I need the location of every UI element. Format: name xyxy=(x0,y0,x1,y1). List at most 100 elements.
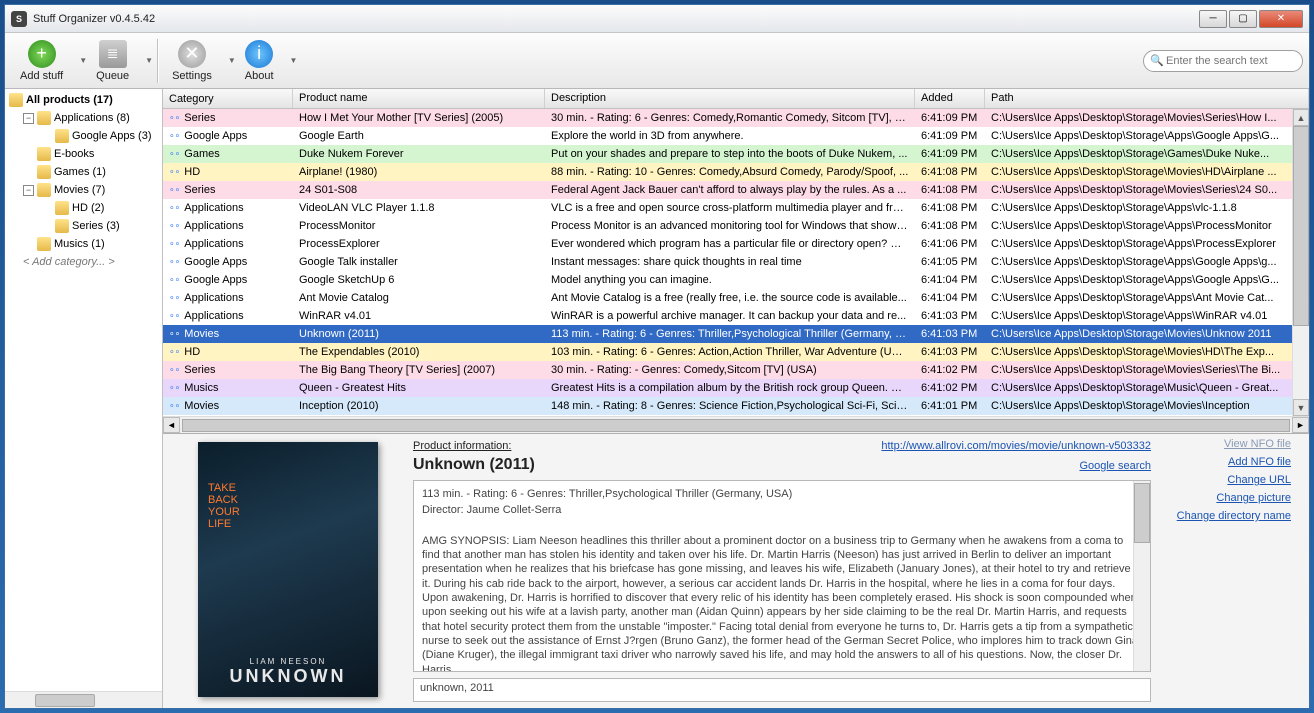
table-row[interactable]: ∘∘GamesDuke Nukem ForeverPut on your sha… xyxy=(163,145,1309,163)
table-row[interactable]: ∘∘ApplicationsProcessMonitorProcess Moni… xyxy=(163,217,1309,235)
close-button[interactable]: ✕ xyxy=(1259,10,1303,28)
row-icon: ∘∘ xyxy=(169,292,180,303)
poster-title: UNKNOWN xyxy=(230,666,347,687)
add-dropdown-icon[interactable]: ▼ xyxy=(79,56,87,65)
cell-product: Unknown (2011) xyxy=(293,328,545,340)
table-row[interactable]: ∘∘ApplicationsWinRAR v4.01WinRAR is a po… xyxy=(163,307,1309,325)
change-url-link[interactable]: Change URL xyxy=(1227,474,1291,486)
settings-button[interactable]: ✕ Settings xyxy=(163,37,221,85)
table-row[interactable]: ∘∘Google AppsGoogle SketchUp 6Model anyt… xyxy=(163,271,1309,289)
cell-category: Movies xyxy=(184,400,219,412)
row-icon: ∘∘ xyxy=(169,202,180,213)
search-icon: 🔍 xyxy=(1150,54,1164,67)
table-row[interactable]: ∘∘Series24 S01-S08Federal Agent Jack Bau… xyxy=(163,181,1309,199)
expander-icon[interactable]: − xyxy=(23,185,34,196)
tags-box[interactable]: unknown, 2011 xyxy=(413,678,1151,702)
about-button[interactable]: i About xyxy=(236,37,283,85)
table-row[interactable]: ∘∘Google AppsGoogle Talk installerInstan… xyxy=(163,253,1309,271)
app-icon: S xyxy=(11,11,27,27)
cell-category: Google Apps xyxy=(184,274,247,286)
change-directory-link[interactable]: Change directory name xyxy=(1177,510,1291,522)
product-url[interactable]: http://www.allrovi.com/movies/movie/unkn… xyxy=(881,440,1151,452)
queue-label: Queue xyxy=(96,70,129,82)
google-search-link[interactable]: Google search xyxy=(1079,460,1151,472)
cell-product: Queen - Greatest Hits xyxy=(293,382,545,394)
change-picture-link[interactable]: Change picture xyxy=(1216,492,1291,504)
table-row[interactable]: ∘∘MoviesUnknown (2011)113 min. - Rating:… xyxy=(163,325,1309,343)
cell-added: 6:41:09 PM xyxy=(915,130,985,142)
cell-added: 6:41:03 PM xyxy=(915,346,985,358)
tree-item[interactable]: E-books xyxy=(5,145,162,163)
folder-icon xyxy=(37,147,51,161)
maximize-button[interactable]: ▢ xyxy=(1229,10,1257,28)
cell-path: C:\Users\Ice Apps\Desktop\Storage\Apps\G… xyxy=(985,274,1309,286)
cell-product: VideoLAN VLC Player 1.1.8 xyxy=(293,202,545,214)
table-row[interactable]: ∘∘ApplicationsVideoLAN VLC Player 1.1.8V… xyxy=(163,199,1309,217)
view-nfo-link[interactable]: View NFO file xyxy=(1224,438,1291,450)
row-icon: ∘∘ xyxy=(169,400,180,411)
table-row[interactable]: ∘∘SeriesHow I Met Your Mother [TV Series… xyxy=(163,109,1309,127)
queue-dropdown-icon[interactable]: ▼ xyxy=(145,56,153,65)
cell-added: 6:41:09 PM xyxy=(915,112,985,124)
settings-dropdown-icon[interactable]: ▼ xyxy=(228,56,236,65)
table-row[interactable]: ∘∘MusicsQueen - Greatest HitsGreatest Hi… xyxy=(163,379,1309,397)
tree-item[interactable]: Google Apps (3) xyxy=(5,127,162,145)
info-column: Product information: http://www.allrovi.… xyxy=(413,434,1159,708)
tree-item[interactable]: Musics (1) xyxy=(5,235,162,253)
cell-path: C:\Users\Ice Apps\Desktop\Storage\Apps\G… xyxy=(985,256,1309,268)
table-row[interactable]: ∘∘ApplicationsAnt Movie CatalogAnt Movie… xyxy=(163,289,1309,307)
minimize-button[interactable]: ─ xyxy=(1199,10,1227,28)
queue-button[interactable]: ≣ Queue xyxy=(87,37,138,85)
main-column: Category Product name Description Added … xyxy=(163,89,1309,708)
tree-item[interactable]: − Movies (7) xyxy=(5,181,162,199)
add-category[interactable]: < Add category... > xyxy=(5,253,162,271)
tree-item[interactable]: Series (3) xyxy=(5,217,162,235)
table-row[interactable]: ∘∘SeriesThe Big Bang Theory [TV Series] … xyxy=(163,361,1309,379)
search-input[interactable] xyxy=(1166,51,1294,71)
table-row[interactable]: ∘∘Google AppsGoogle EarthExplore the wor… xyxy=(163,127,1309,145)
table-row[interactable]: ∘∘HDAirplane! (1980)88 min. - Rating: 10… xyxy=(163,163,1309,181)
add-stuff-button[interactable]: + Add stuff xyxy=(11,37,72,85)
row-icon: ∘∘ xyxy=(169,166,180,177)
description-scrollbar[interactable] xyxy=(1133,481,1150,671)
tree-root[interactable]: All products (17) xyxy=(5,91,162,109)
col-description[interactable]: Description xyxy=(545,89,915,108)
app-window: S Stuff Organizer v0.4.5.42 ─ ▢ ✕ + Add … xyxy=(4,4,1310,709)
folder-icon xyxy=(9,93,23,107)
tree-item-label: Movies (7) xyxy=(54,184,105,196)
row-icon: ∘∘ xyxy=(169,274,180,285)
cell-description: 103 min. - Rating: 6 - Genres: Action,Ac… xyxy=(545,346,915,358)
col-category[interactable]: Category xyxy=(163,89,293,108)
action-links: View NFO file Add NFO file Change URL Ch… xyxy=(1159,434,1309,708)
col-path[interactable]: Path xyxy=(985,89,1309,108)
cell-description: Ant Movie Catalog is a free (really free… xyxy=(545,292,915,304)
body-area: All products (17) −Applications (8)Googl… xyxy=(5,89,1309,708)
tree-item[interactable]: −Applications (8) xyxy=(5,109,162,127)
table-row[interactable]: ∘∘ApplicationsProcessExplorerEver wonder… xyxy=(163,235,1309,253)
grid-vscrollbar[interactable]: ▲▼ xyxy=(1292,109,1309,416)
cell-product: Google Earth xyxy=(293,130,545,142)
add-nfo-link[interactable]: Add NFO file xyxy=(1228,456,1291,468)
cell-added: 6:41:08 PM xyxy=(915,220,985,232)
tree-item[interactable]: HD (2) xyxy=(5,199,162,217)
cell-category: Applications xyxy=(184,310,243,322)
cell-path: C:\Users\Ice Apps\Desktop\Storage\Apps\G… xyxy=(985,130,1309,142)
grid-hscrollbar[interactable]: ◄► xyxy=(163,416,1309,433)
row-icon: ∘∘ xyxy=(169,130,180,141)
tree-item[interactable]: Games (1) xyxy=(5,163,162,181)
table-row[interactable]: ∘∘HDThe Expendables (2010)103 min. - Rat… xyxy=(163,343,1309,361)
cell-description: Put on your shades and prepare to step i… xyxy=(545,148,915,160)
expander-icon[interactable]: − xyxy=(23,113,34,124)
sidebar-scrollbar[interactable] xyxy=(5,691,162,708)
about-dropdown-icon[interactable]: ▼ xyxy=(290,56,298,65)
window-title: Stuff Organizer v0.4.5.42 xyxy=(33,13,1197,25)
row-icon: ∘∘ xyxy=(169,256,180,267)
row-icon: ∘∘ xyxy=(169,328,180,339)
cell-added: 6:41:06 PM xyxy=(915,238,985,250)
table-row[interactable]: ∘∘MoviesInception (2010)148 min. - Ratin… xyxy=(163,397,1309,415)
col-product[interactable]: Product name xyxy=(293,89,545,108)
col-added[interactable]: Added xyxy=(915,89,985,108)
cell-path: C:\Users\Ice Apps\Desktop\Storage\Music\… xyxy=(985,382,1309,394)
description-box[interactable]: 113 min. - Rating: 6 - Genres: Thriller,… xyxy=(413,480,1151,672)
folder-icon xyxy=(55,201,69,215)
